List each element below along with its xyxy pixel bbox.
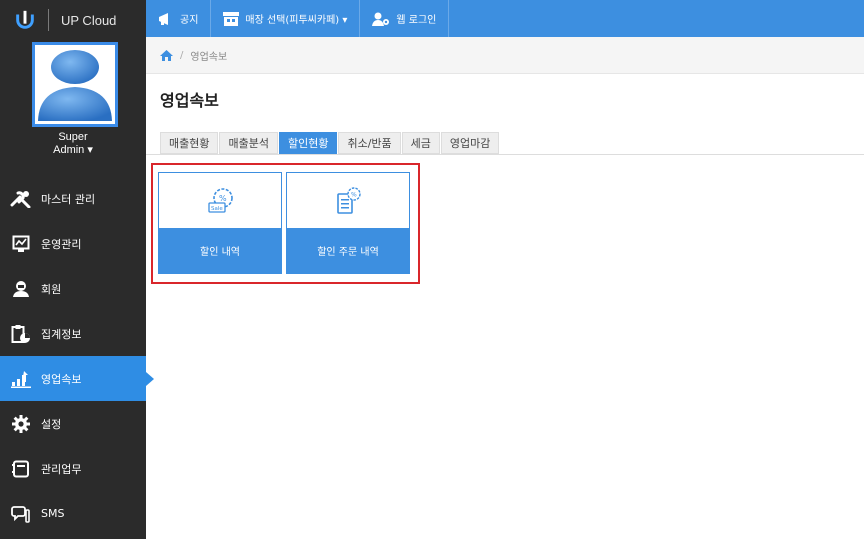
user-avatar-icon <box>38 50 112 121</box>
sidebar: UP Cloud Super Admin ▾ 마스터 관리 운영관리 회원 집계… <box>0 0 154 539</box>
brand-header[interactable]: UP Cloud <box>0 0 146 40</box>
tab-bar: 매출현황 매출분석 할인현황 취소/반품 세금 영업마감 <box>160 132 500 154</box>
notice-label: 공지 <box>180 15 199 26</box>
sidebar-menu: 마스터 관리 운영관리 회원 집계정보 영업속보 설정 관리업무 SMS <box>0 176 154 536</box>
sidebar-item-label: SMS <box>41 507 65 520</box>
tab-business-close[interactable]: 영업마감 <box>440 132 500 154</box>
top-bar: 공지 매장 선택(피투씨카페) ▾ 웹 로그인 <box>146 0 864 37</box>
member-icon <box>10 278 32 300</box>
sidebar-item-member[interactable]: 회원 <box>0 266 146 311</box>
store-select-dropdown[interactable]: 매장 선택(피투씨카페) ▾ <box>211 0 361 37</box>
card-icon-area: % <box>287 173 409 228</box>
tab-cancel-return[interactable]: 취소/반품 <box>338 132 401 154</box>
brand-divider <box>48 9 49 31</box>
monitor-chart-icon <box>10 233 32 255</box>
user-name-line1: Super <box>58 131 88 143</box>
breadcrumb-current: 영업속보 <box>190 51 228 63</box>
up-cloud-logo-icon <box>16 10 34 29</box>
sidebar-item-sales-news[interactable]: 영업속보 <box>0 356 154 401</box>
store-icon <box>223 11 240 26</box>
sidebar-item-label: 운영관리 <box>41 237 82 251</box>
web-login-button[interactable]: 웹 로그인 <box>360 0 450 37</box>
gear-icon <box>10 413 32 435</box>
card-label: 할인 내역 <box>159 228 281 273</box>
tab-divider <box>146 154 864 155</box>
breadcrumb: / 영업속보 <box>146 37 864 74</box>
sidebar-item-label: 마스터 관리 <box>41 192 96 206</box>
breadcrumb-separator: / <box>180 49 184 61</box>
brand-name: UP Cloud <box>61 12 117 28</box>
tools-icon <box>10 188 32 210</box>
sidebar-item-label: 영업속보 <box>41 372 82 386</box>
tab-tax[interactable]: 세금 <box>401 132 440 154</box>
sidebar-item-sms[interactable]: SMS <box>0 491 146 536</box>
tab-sales-analysis[interactable]: 매출분석 <box>219 132 278 154</box>
notice-button[interactable]: 공지 <box>146 0 212 37</box>
chat-icon <box>10 503 32 525</box>
svg-text:%: % <box>351 191 357 198</box>
web-login-label: 웹 로그인 <box>396 15 437 26</box>
sidebar-item-admin-work[interactable]: 관리업무 <box>0 446 146 491</box>
bar-chart-icon <box>10 368 32 390</box>
home-icon[interactable] <box>160 49 173 61</box>
sidebar-item-operation[interactable]: 운영관리 <box>0 221 146 266</box>
svg-text:Sale: Sale <box>211 206 223 212</box>
discount-order-history-card[interactable]: % 할인 주문 내역 <box>286 172 410 274</box>
discount-document-icon: % <box>337 186 361 214</box>
sidebar-item-master[interactable]: 마스터 관리 <box>0 176 146 221</box>
sidebar-item-summary[interactable]: 집계정보 <box>0 311 146 356</box>
notebook-icon <box>10 458 32 480</box>
clipboard-chart-icon <box>10 323 32 345</box>
megaphone-icon <box>158 12 174 26</box>
sale-tag-icon: % Sale <box>208 187 233 213</box>
sidebar-item-label: 관리업무 <box>41 462 82 476</box>
card-icon-area: % Sale <box>159 173 281 228</box>
avatar[interactable] <box>32 42 118 127</box>
card-label: 할인 주문 내역 <box>287 228 409 273</box>
tab-discount-status[interactable]: 할인현황 <box>278 132 338 154</box>
user-name[interactable]: Super Admin ▾ <box>0 131 146 157</box>
sidebar-item-label: 집계정보 <box>41 327 82 341</box>
user-gear-icon <box>372 12 390 26</box>
sidebar-item-label: 설정 <box>41 417 62 431</box>
tab-sales-status[interactable]: 매출현황 <box>160 132 219 154</box>
sidebar-item-settings[interactable]: 설정 <box>0 401 146 446</box>
user-name-line2: Admin ▾ <box>53 144 93 156</box>
discount-history-card[interactable]: % Sale 할인 내역 <box>158 172 282 274</box>
page-title: 영업속보 <box>160 91 219 110</box>
svg-text:%: % <box>219 194 227 203</box>
store-select-label: 매장 선택(피투씨카페) ▾ <box>245 15 348 26</box>
sidebar-item-label: 회원 <box>41 282 62 296</box>
